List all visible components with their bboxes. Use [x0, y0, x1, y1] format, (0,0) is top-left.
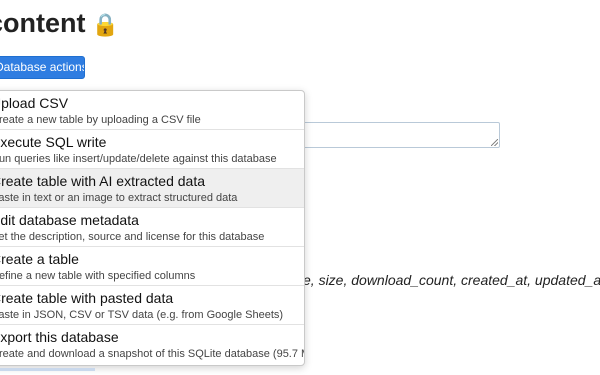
menu-item-title: Create a table	[0, 251, 79, 267]
menu-item-title: Edit database metadata	[0, 212, 139, 228]
database-actions-menu: Upload CSV Create a new table by uploadi…	[0, 90, 305, 366]
page-title: content🔒	[0, 8, 119, 39]
partial-link[interactable]	[0, 368, 95, 371]
menu-item-description: Paste in text or an image to extract str…	[0, 192, 238, 204]
menu-item-description: Run queries like insert/update/delete ag…	[0, 153, 277, 165]
page-title-text: content	[0, 8, 86, 38]
menu-item-upload-csv[interactable]: Upload CSV Create a new table by uploadi…	[0, 91, 304, 130]
menu-item-title: Create table with AI extracted data	[0, 173, 206, 189]
menu-item-edit-metadata[interactable]: Edit database metadata Set the descripti…	[0, 208, 304, 247]
lock-icon: 🔒	[91, 12, 119, 37]
menu-item-description: Paste in JSON, CSV or TSV data (e.g. fro…	[0, 309, 284, 321]
menu-item-title: Upload CSV	[0, 95, 69, 111]
menu-item-create-table[interactable]: Create a table Define a new table with s…	[0, 247, 304, 286]
menu-item-execute-sql-write[interactable]: Execute SQL write Run queries like inser…	[0, 130, 304, 169]
menu-item-description: Create and download a snapshot of this S…	[0, 348, 304, 360]
menu-item-create-table-ai[interactable]: Create table with AI extracted data Past…	[0, 169, 304, 208]
menu-item-create-table-pasted[interactable]: Create table with pasted data Paste in J…	[0, 286, 304, 325]
menu-item-title: Export this database	[0, 329, 119, 345]
menu-item-description: Set the description, source and license …	[0, 231, 265, 243]
column-list-text: e, size, download_count, created_at, upd…	[303, 272, 600, 288]
resize-grip-icon[interactable]	[491, 139, 498, 146]
menu-item-title: Create table with pasted data	[0, 290, 174, 306]
menu-item-export-database[interactable]: Export this database Create and download…	[0, 325, 304, 364]
menu-item-description: Define a new table with specified column…	[0, 270, 196, 282]
database-actions-button[interactable]: Database actions	[0, 56, 85, 79]
menu-item-title: Execute SQL write	[0, 134, 107, 150]
menu-item-description: Create a new table by uploading a CSV fi…	[0, 114, 201, 126]
sql-textarea[interactable]	[280, 122, 500, 148]
